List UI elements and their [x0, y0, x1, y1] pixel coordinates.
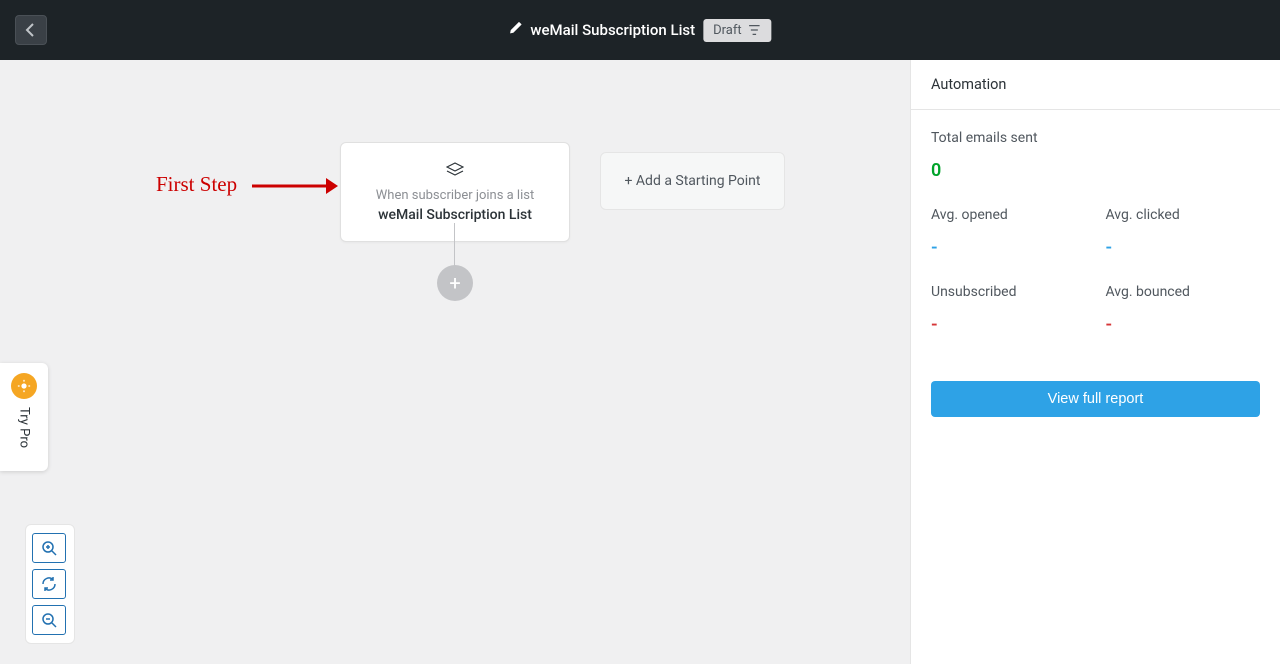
stat-value: 0 [931, 160, 1260, 181]
try-pro-tab[interactable]: Try Pro [0, 363, 48, 471]
stat-avg-clicked: Avg. clicked - [1106, 207, 1261, 258]
stat-value: - [1106, 237, 1261, 258]
trigger-name: weMail Subscription List [353, 207, 557, 223]
annotation-label: First Step [156, 172, 237, 197]
sidebar-panel: Automation Total emails sent 0 Avg. open… [910, 60, 1280, 664]
header-center: weMail Subscription List Draft [508, 19, 771, 42]
zoom-controls [25, 524, 75, 644]
add-starting-point-button[interactable]: + Add a Starting Point [600, 152, 785, 210]
stat-avg-bounced: Avg. bounced - [1106, 284, 1261, 335]
refresh-icon [41, 576, 57, 592]
zoom-out-icon [41, 612, 57, 628]
stat-value: - [931, 237, 1086, 258]
trigger-subtitle: When subscriber joins a list [353, 188, 557, 203]
plus-icon: + [449, 271, 460, 295]
arrow-left-icon [23, 22, 39, 38]
stat-unsubscribed: Unsubscribed - [931, 284, 1086, 335]
connector-line [454, 223, 455, 267]
stat-value: - [1106, 314, 1261, 335]
stat-label: Total emails sent [931, 130, 1260, 146]
sidebar-title: Automation [911, 60, 1280, 110]
status-badge[interactable]: Draft [703, 19, 772, 42]
zoom-reset-button[interactable] [32, 569, 66, 599]
automation-canvas[interactable]: First Step When subscriber joins a list … [0, 60, 910, 664]
arrow-annotation-icon [252, 175, 338, 197]
status-badge-text: Draft [713, 23, 742, 38]
view-report-button[interactable]: View full report [931, 381, 1260, 417]
zoom-out-button[interactable] [32, 605, 66, 635]
stat-total-sent: Total emails sent 0 [931, 130, 1260, 181]
header-bar: weMail Subscription List Draft [0, 0, 1280, 60]
page-title[interactable]: weMail Subscription List [530, 21, 695, 39]
add-step-button[interactable]: + [437, 265, 473, 301]
back-button[interactable] [15, 15, 47, 45]
stat-label: Avg. opened [931, 207, 1086, 223]
zoom-in-icon [41, 540, 57, 556]
try-pro-label: Try Pro [17, 407, 32, 448]
trigger-card[interactable]: When subscriber joins a list weMail Subs… [340, 142, 570, 242]
stat-avg-opened: Avg. opened - [931, 207, 1086, 258]
stat-label: Unsubscribed [931, 284, 1086, 300]
filter-icon [748, 23, 762, 37]
pro-badge-icon [11, 373, 37, 399]
stat-value: - [931, 314, 1086, 335]
stat-label: Avg. clicked [1106, 207, 1261, 223]
sidebar-body: Total emails sent 0 Avg. opened - Avg. c… [911, 110, 1280, 437]
zoom-in-button[interactable] [32, 533, 66, 563]
stat-label: Avg. bounced [1106, 284, 1261, 300]
add-starting-point-label: + Add a Starting Point [625, 173, 761, 189]
pencil-icon [508, 21, 522, 40]
layers-icon [353, 161, 557, 180]
